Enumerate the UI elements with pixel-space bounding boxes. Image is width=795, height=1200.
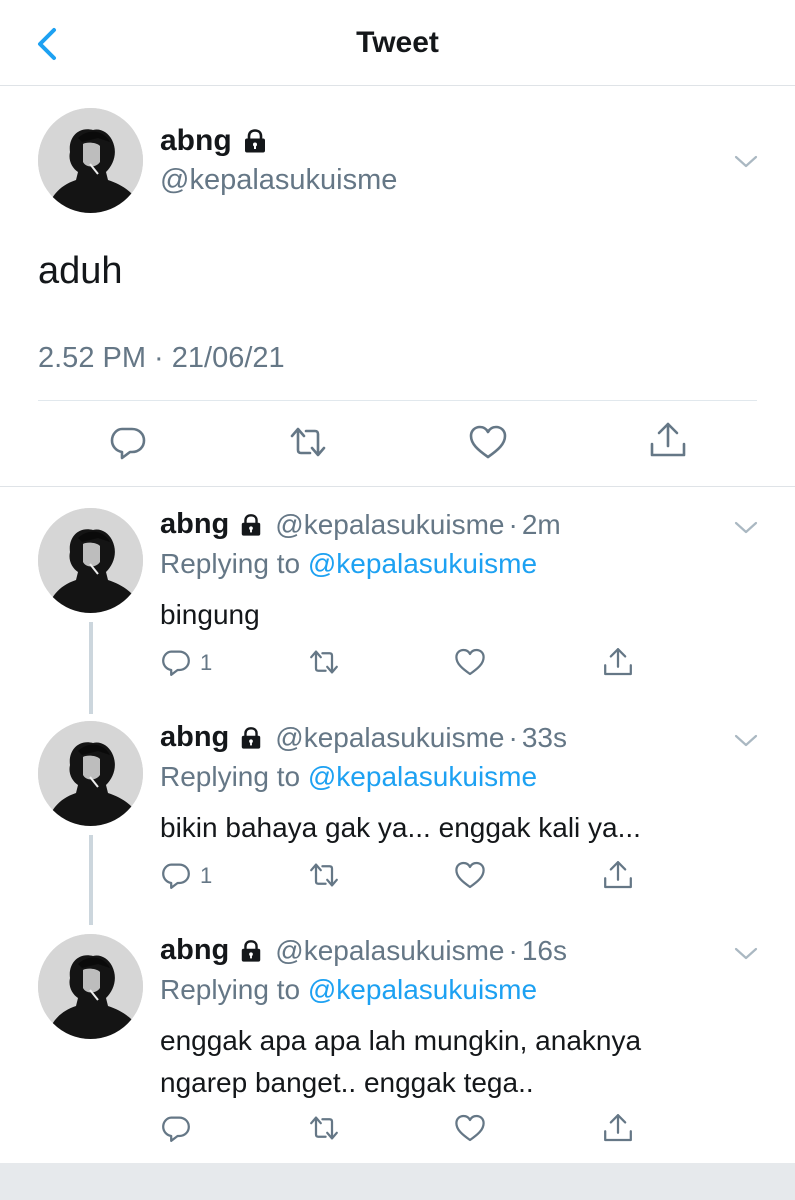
- avatar-image: [38, 508, 143, 613]
- relative-time: 33s: [521, 721, 567, 753]
- tweet-text: enggak apa apa lah mungkin, anaknya ngar…: [160, 1020, 760, 1104]
- display-name[interactable]: abng: [160, 721, 229, 754]
- reply-icon[interactable]: [108, 422, 148, 462]
- avatar-image: [38, 721, 143, 826]
- replying-label: Replying to: [160, 548, 301, 579]
- like-icon[interactable]: [454, 859, 486, 891]
- section-divider: [0, 486, 795, 487]
- display-name[interactable]: abng: [160, 124, 268, 158]
- avatar[interactable]: [38, 934, 143, 1039]
- reply-icon[interactable]: [160, 859, 192, 891]
- header-bar: Tweet: [0, 0, 795, 86]
- retweet-icon[interactable]: [308, 1112, 340, 1144]
- reply-header: abng @kepalasukuisme · 33s: [160, 721, 567, 754]
- retweet-icon[interactable]: [308, 646, 340, 678]
- share-icon[interactable]: [602, 859, 634, 891]
- reply-icon[interactable]: [160, 1112, 192, 1144]
- share-icon[interactable]: [602, 646, 634, 678]
- chevron-down-icon[interactable]: [733, 520, 759, 536]
- lock-icon: [242, 726, 261, 749]
- user-handle[interactable]: @kepalasukuisme: [275, 722, 504, 754]
- lock-icon: [242, 939, 261, 962]
- replying-label: Replying to: [160, 974, 301, 1005]
- divider: [38, 400, 757, 401]
- thread-line: [89, 622, 93, 714]
- replying-label: Replying to: [160, 761, 301, 792]
- user-handle[interactable]: @kepalasukuisme: [275, 935, 504, 967]
- replying-to-link[interactable]: @kepalasukuisme: [308, 974, 537, 1005]
- reply-header: abng @kepalasukuisme · 2m: [160, 508, 561, 541]
- avatar[interactable]: [38, 721, 143, 826]
- reply-tweet[interactable]: abng @kepalasukuisme · 2m Replying to @k…: [0, 490, 795, 702]
- display-name[interactable]: abng: [160, 934, 229, 967]
- reply-icon[interactable]: [160, 646, 192, 678]
- avatar-image: [38, 934, 143, 1039]
- separator-dot: ·: [508, 508, 518, 540]
- retweet-icon[interactable]: [308, 859, 340, 891]
- like-icon[interactable]: [454, 1112, 486, 1144]
- replying-to: Replying to @kepalasukuisme: [160, 761, 537, 793]
- avatar[interactable]: [38, 508, 143, 613]
- like-icon[interactable]: [454, 646, 486, 678]
- tweet-text: bikin bahaya gak ya... enggak kali ya...: [160, 812, 641, 843]
- lock-icon: [244, 129, 265, 153]
- chevron-down-icon[interactable]: [733, 946, 759, 962]
- tweet-timestamp: 2.52 PM · 21/06/21: [38, 342, 285, 374]
- chevron-down-icon[interactable]: [733, 154, 759, 170]
- separator-dot: ·: [508, 934, 518, 966]
- chevron-down-icon[interactable]: [733, 733, 759, 749]
- user-handle[interactable]: @kepalasukuisme: [160, 164, 397, 197]
- bottom-bar: [0, 1163, 795, 1200]
- reply-count: 1: [200, 863, 213, 888]
- relative-time: 2m: [521, 508, 561, 540]
- thread-line: [89, 835, 93, 925]
- tweet-text: aduh: [38, 250, 123, 292]
- main-tweet: abng @kepalasukuisme aduh 2.52 PM · 21/0…: [0, 86, 795, 486]
- like-icon[interactable]: [468, 422, 508, 462]
- tweet-text-line: enggak apa apa lah mungkin, anaknya: [160, 1025, 642, 1056]
- replying-to-link[interactable]: @kepalasukuisme: [308, 761, 537, 792]
- replying-to: Replying to @kepalasukuisme: [160, 548, 537, 580]
- action-bar: [160, 1112, 640, 1148]
- relative-time: 16s: [521, 934, 567, 966]
- reply-count: 1: [200, 650, 213, 675]
- replying-to-link[interactable]: @kepalasukuisme: [308, 548, 537, 579]
- tweet-text-line: ngarep banget.. enggak tega..: [160, 1067, 534, 1098]
- display-name[interactable]: abng: [160, 508, 229, 541]
- user-handle[interactable]: @kepalasukuisme: [275, 509, 504, 541]
- share-icon[interactable]: [602, 1112, 634, 1144]
- avatar[interactable]: [38, 108, 143, 213]
- page-title: Tweet: [356, 26, 439, 59]
- reply-tweet[interactable]: abng @kepalasukuisme · 16s Replying to @…: [0, 916, 795, 1161]
- reply-header: abng @kepalasukuisme · 16s: [160, 934, 567, 967]
- separator-dot: ·: [508, 721, 518, 753]
- reply-tweet[interactable]: abng @kepalasukuisme · 33s Replying to @…: [0, 703, 795, 915]
- tweet-text: bingung: [160, 599, 260, 630]
- display-name-text: abng: [160, 124, 232, 157]
- avatar-image: [38, 108, 143, 213]
- action-bar: 1: [160, 859, 640, 895]
- action-bar: 1: [160, 646, 640, 682]
- replying-to: Replying to @kepalasukuisme: [160, 974, 537, 1006]
- retweet-icon[interactable]: [288, 422, 328, 462]
- share-icon[interactable]: [648, 420, 688, 460]
- lock-icon: [242, 513, 261, 536]
